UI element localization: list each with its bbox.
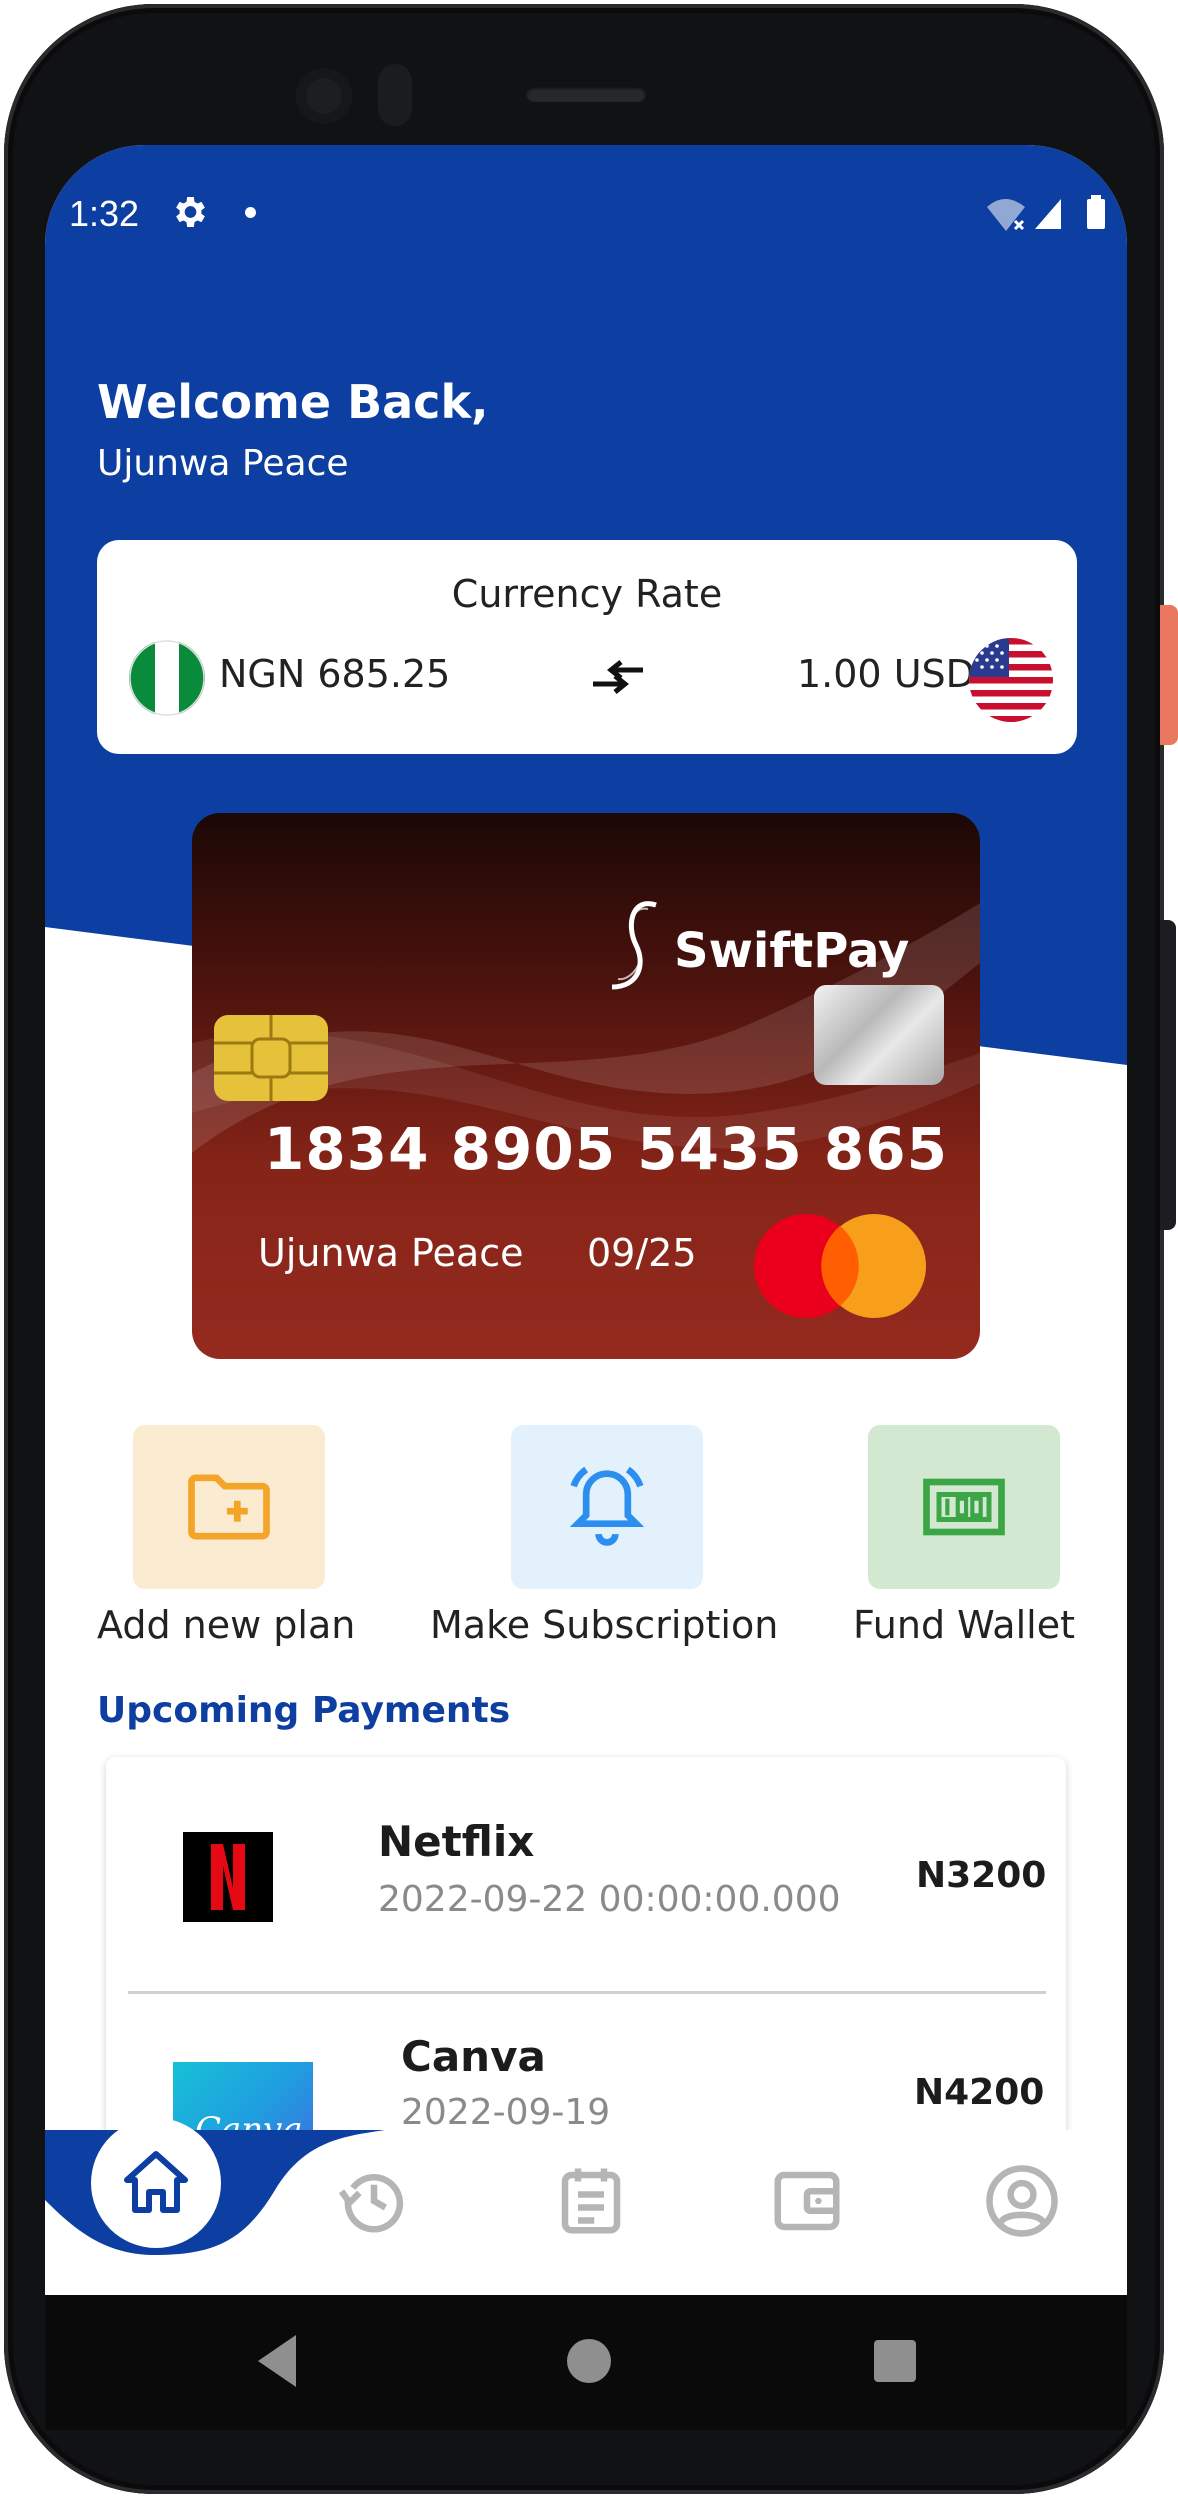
welcome-title: Welcome Back, <box>97 375 489 429</box>
front-camera <box>296 68 352 124</box>
contactless-chip-icon <box>814 985 944 1085</box>
folder-plus-icon <box>188 1474 270 1540</box>
add-new-plan-button[interactable] <box>133 1425 325 1589</box>
fund-wallet-button[interactable] <box>868 1425 1060 1589</box>
upcoming-payments-title: Upcoming Payments <box>97 1690 511 1731</box>
payment-amount: N3200 <box>916 1855 1047 1896</box>
swap-arrows-icon[interactable] <box>589 652 647 702</box>
emv-chip-icon <box>214 1015 328 1101</box>
settings-gear-icon <box>176 197 205 227</box>
proximity-sensor <box>378 64 412 126</box>
currency-rate-title: Currency Rate <box>451 572 723 616</box>
us-flag-icon <box>969 638 1053 722</box>
app-screen: 1:32 Welcome Back, Ujunwa Peace Currency… <box>45 145 1127 2295</box>
volume-button <box>1160 920 1176 1230</box>
card-brand-name: SwiftPay <box>674 923 910 979</box>
make-subscription-button[interactable] <box>511 1425 703 1589</box>
recent-apps-icon[interactable] <box>874 2340 916 2382</box>
payment-date: 2022-09-19 <box>401 2092 611 2133</box>
calendar-icon[interactable] <box>552 2162 630 2240</box>
back-icon[interactable] <box>252 2331 300 2391</box>
signal-icon <box>1035 199 1061 229</box>
add-new-plan-label: Add new plan <box>97 1603 356 1647</box>
ngn-rate: NGN 685.25 <box>219 652 451 696</box>
nav-home-button[interactable] <box>91 2118 221 2248</box>
make-subscription-label: Make Subscription <box>430 1603 779 1647</box>
history-icon[interactable] <box>335 2162 413 2240</box>
user-name: Ujunwa Peace <box>97 443 349 484</box>
swiftpay-logo-icon <box>611 901 657 990</box>
wallet-icon[interactable] <box>768 2162 846 2240</box>
nigeria-flag-icon <box>129 640 205 716</box>
payment-date: 2022-09-22 00:00:00.000 <box>378 1879 841 1920</box>
payment-amount: N4200 <box>914 2072 1045 2113</box>
payment-card[interactable]: SwiftPay 1834 8905 5435 865 Ujunwa Peace… <box>192 813 980 1359</box>
fund-wallet-label: Fund Wallet <box>853 1603 1075 1647</box>
power-button <box>1160 605 1178 745</box>
payment-name: Netflix <box>378 1817 535 1866</box>
status-time: 1:32 <box>69 193 140 234</box>
list-divider <box>128 1991 1046 1994</box>
system-home-icon[interactable] <box>567 2339 611 2383</box>
upcoming-payments-list[interactable]: Netflix 2022-09-22 00:00:00.000 N3200 Ca… <box>106 1757 1066 2157</box>
profile-icon[interactable] <box>983 2162 1061 2240</box>
usd-rate: 1.00 USD <box>797 652 975 696</box>
mastercard-icon <box>754 1214 926 1318</box>
status-icons <box>987 195 1105 231</box>
netflix-logo <box>183 1832 273 1922</box>
card-holder-name: Ujunwa Peace <box>258 1231 524 1275</box>
notification-dot-icon <box>245 207 256 218</box>
earpiece-speaker <box>526 86 646 102</box>
bottom-navigation <box>45 2118 1127 2295</box>
bell-icon <box>569 1466 645 1546</box>
battery-icon <box>1087 199 1105 229</box>
payment-name: Canva <box>401 2032 546 2081</box>
money-icon <box>923 1478 1005 1536</box>
card-expiry: 09/25 <box>587 1231 697 1275</box>
card-number: 1834 8905 5435 865 <box>264 1115 948 1183</box>
system-navigation-bar <box>45 2295 1127 2430</box>
currency-rate-card: Currency Rate NGN 685.25 1.00 USD <box>97 540 1077 754</box>
